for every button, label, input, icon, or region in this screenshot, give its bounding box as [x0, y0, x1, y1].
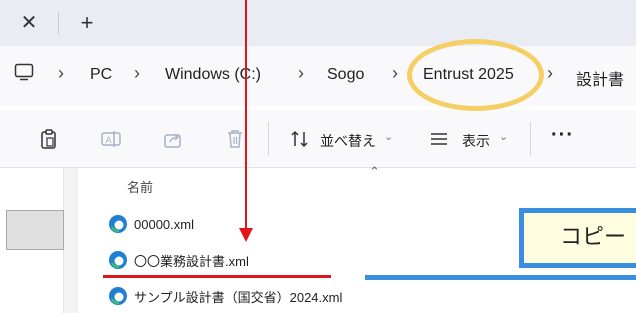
callout-text: コピー: [560, 225, 627, 250]
command-bar: [0, 110, 636, 168]
sort-arrows-icon[interactable]: [289, 128, 311, 150]
edge-xml-file-icon: [109, 251, 127, 269]
svg-text:A: A: [106, 136, 113, 146]
tab-divider: [58, 12, 59, 34]
command-divider: [268, 122, 269, 156]
more-options-button[interactable]: ···: [551, 124, 574, 147]
annotation-red-underline: [103, 275, 331, 278]
view-list-icon[interactable]: [428, 128, 450, 150]
edge-xml-file-icon: [109, 215, 127, 233]
pc-monitor-icon[interactable]: [14, 62, 34, 82]
close-tab-button[interactable]: ✕: [14, 8, 44, 38]
breadcrumb-sogo[interactable]: Sogo: [327, 66, 364, 84]
share-icon[interactable]: [162, 128, 184, 150]
file-name: 00000.xml: [134, 216, 194, 232]
chevron-down-icon[interactable]: ⌄: [384, 130, 393, 143]
nav-selected-item[interactable]: [6, 210, 64, 250]
copy-callout: コピー: [519, 208, 636, 268]
file-name: サンプル設計書（国交省）2024.xml: [134, 289, 343, 305]
breadcrumb-separator[interactable]: ›: [134, 63, 140, 84]
view-button-label[interactable]: 表示: [462, 131, 490, 151]
sort-button-label[interactable]: 並べ替え: [320, 131, 376, 151]
annotation-arrowhead-icon: [239, 228, 253, 242]
sort-caret-icon: ⌃: [369, 164, 380, 179]
file-name: 〇〇業務設計書.xml: [134, 253, 249, 269]
edge-xml-file-icon: [109, 287, 127, 305]
nav-scrollbar[interactable]: [64, 168, 78, 313]
breadcrumb-separator[interactable]: ›: [547, 63, 553, 84]
annotation-blue-underline: [365, 275, 636, 280]
delete-icon[interactable]: [224, 128, 246, 150]
breadcrumb-separator[interactable]: ›: [58, 63, 64, 84]
highlight-ellipse: [407, 39, 544, 111]
breadcrumb-design-docs[interactable]: 設計書: [576, 66, 624, 90]
file-row[interactable]: 00000.xml: [108, 212, 194, 236]
file-row[interactable]: サンプル設計書（国交省）2024.xml: [108, 284, 342, 308]
annotation-arrow-line: [245, 0, 247, 232]
chevron-down-icon[interactable]: ⌄: [499, 130, 508, 143]
file-row-selected-source[interactable]: 〇〇業務設計書.xml: [108, 248, 249, 272]
breadcrumb-separator[interactable]: ›: [392, 63, 398, 84]
paste-icon[interactable]: [38, 128, 60, 150]
rename-icon[interactable]: A: [100, 128, 122, 150]
breadcrumb-pc[interactable]: PC: [90, 66, 112, 84]
breadcrumb-separator[interactable]: ›: [298, 63, 304, 84]
column-header-name[interactable]: 名前: [127, 177, 153, 196]
command-divider: [530, 122, 531, 156]
new-tab-button[interactable]: +: [72, 8, 102, 38]
